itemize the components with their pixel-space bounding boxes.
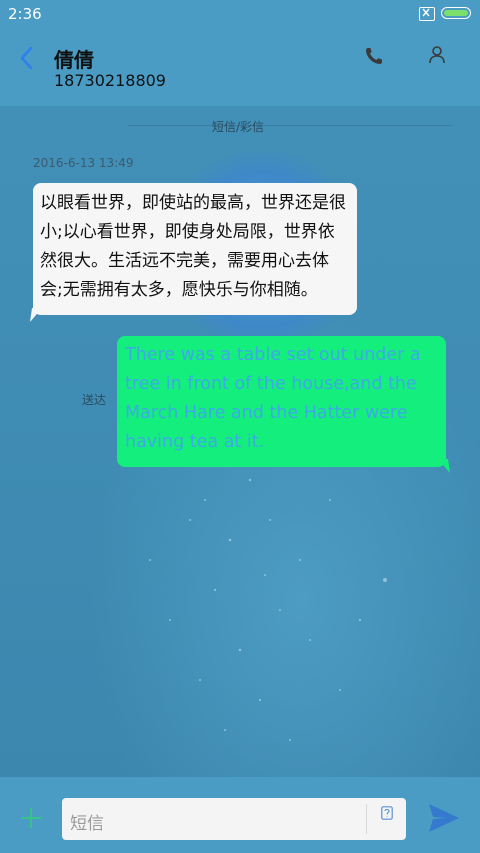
divider: [128, 125, 452, 126]
message-timestamp: 2016-6-13 13:49: [33, 156, 134, 170]
outgoing-bubble-tail: [438, 459, 450, 473]
outgoing-message-text: There was a table set out under a tree i…: [125, 345, 421, 452]
no-sim-icon: [419, 7, 435, 21]
contact-name: 倩倩: [54, 48, 94, 72]
status-time: 2:36: [8, 5, 42, 23]
attach-icon[interactable]: [381, 806, 393, 820]
input-attachment-area: [366, 798, 406, 840]
delivery-status: 送达: [82, 393, 107, 407]
conversation-header: 倩倩 18730218809: [0, 30, 480, 106]
battery-icon: [441, 7, 471, 19]
message-input[interactable]: 短信: [62, 798, 366, 840]
back-icon[interactable]: [16, 44, 40, 72]
incoming-bubble-tail: [30, 308, 42, 322]
input-separator: [366, 804, 367, 834]
outgoing-message-bubble[interactable]: There was a table set out under a tree i…: [117, 336, 446, 467]
phone-number: 18730218809: [54, 71, 166, 90]
message-input-placeholder: 短信: [70, 814, 104, 834]
incoming-message-bubble[interactable]: 以眼看世界，即使站的最高，世界还是很小;以心看世界，即使身处局限，世界依然很大。…: [33, 183, 357, 315]
phone-icon[interactable]: [364, 46, 384, 66]
send-icon[interactable]: [428, 803, 460, 833]
status-bar: 2:36: [0, 0, 480, 30]
composer-bar: 短信: [0, 777, 480, 853]
contact-icon[interactable]: [428, 45, 446, 65]
incoming-message-text: 以眼看世界，即使站的最高，世界还是很小;以心看世界，即使身处局限，世界依然很大。…: [40, 193, 346, 300]
channel-label: 短信/彩信: [212, 120, 265, 134]
plus-icon[interactable]: [20, 807, 42, 829]
